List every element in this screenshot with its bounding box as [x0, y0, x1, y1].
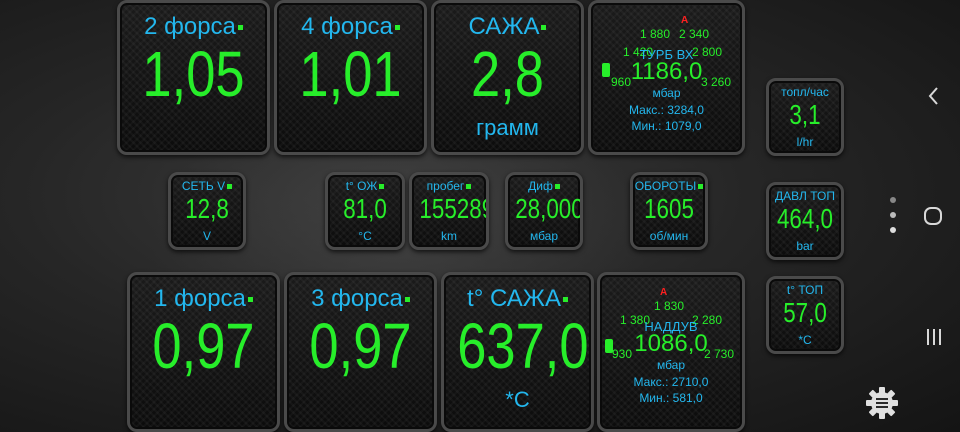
gauge-value: 1186,0: [630, 58, 703, 85]
gauge-value: 1,01: [299, 38, 402, 110]
gauge-value: 637,0: [457, 310, 589, 382]
gauge-unit: l/hr: [796, 135, 814, 149]
gauge-injector-2[interactable]: 2 форса 1,05: [117, 0, 270, 155]
gauge-mileage[interactable]: пробег 155289 km: [409, 172, 489, 250]
gauge-value: 155289: [419, 193, 489, 224]
gauge-label: топл/час: [781, 85, 829, 99]
gauge-voltage[interactable]: СЕТЬ V 12,8 V: [168, 172, 246, 250]
gauge-max: Макс.: 3284,0: [629, 103, 704, 117]
gauge-unit: *C: [798, 333, 812, 347]
gauge-value: 1605: [644, 193, 694, 224]
gauge-label: t° ОЖ: [328, 179, 402, 193]
gauge-label: Диф: [508, 179, 580, 193]
gauge-coolant-temp[interactable]: t° ОЖ 81,0 °C: [325, 172, 405, 250]
gauge-label: ОБОРОТЫ: [633, 179, 705, 193]
gauge-unit: мбар: [652, 86, 681, 100]
redline-marker: A: [681, 15, 689, 26]
gauge-label: СЕТЬ V: [171, 179, 243, 193]
gauge-unit: km: [441, 229, 457, 243]
recents-icon[interactable]: [924, 326, 944, 348]
gauge-injector-3[interactable]: 3 форса 0,97: [284, 272, 437, 432]
gauge-value: 12,8: [185, 193, 229, 224]
gauge-value: 2,8: [471, 38, 544, 110]
gauge-unit: мбар: [529, 229, 559, 243]
gauge-value: 0,97: [309, 310, 412, 382]
gauge-value: 28,000: [515, 193, 583, 224]
gauge-value: 1086,0: [634, 330, 708, 357]
gauge-soot-temp[interactable]: t° САЖА 637,0 *C: [441, 272, 594, 432]
gauge-value: 1,05: [142, 38, 245, 110]
gauge-unit: грамм: [476, 115, 539, 140]
gauge-value: 81,0: [343, 193, 387, 224]
gauge-fuel-temp[interactable]: t° ТОП 57,0 *C: [766, 276, 844, 354]
gauge-value: 464,0: [776, 203, 834, 234]
gauge-unit: об/мин: [649, 229, 689, 243]
scale-label: 1 830: [654, 299, 685, 313]
gauge-fuel-rate[interactable]: топл/час 3,1 l/hr: [766, 78, 844, 156]
gauge-label: ДАВЛ ТОП: [775, 189, 835, 203]
gauge-label: t° ТОП: [786, 283, 824, 297]
redline-marker: A: [660, 287, 668, 298]
gauge-turbo-intake[interactable]: 1 880 2 340 A 1 420 2 800 960 3 260 ТУРБ…: [588, 0, 745, 155]
page-indicator-icon: [890, 197, 896, 233]
gauge-soot[interactable]: САЖА 2,8 грамм: [431, 0, 584, 155]
scale-label: 2 340: [679, 27, 710, 41]
gauge-fuel-pressure[interactable]: ДАВЛ ТОП 464,0 bar: [766, 182, 844, 260]
gauge-injector-4[interactable]: 4 форса 1,01: [274, 0, 427, 155]
circle-home-icon[interactable]: [922, 205, 944, 227]
gauge-unit: *C: [505, 387, 530, 412]
gauge-max: Макс.: 2710,0: [633, 375, 709, 389]
gauge-value: 57,0: [783, 297, 827, 328]
gauge-min: Мин.: 1079,0: [631, 119, 702, 133]
scale-label: 1 880: [640, 27, 671, 41]
gauge-unit: мбар: [656, 358, 686, 372]
gauge-boost[interactable]: A 1 830 1 380 2 280 930 2 730 НАДДУВ 108…: [597, 272, 745, 432]
gauge-value: 3,1: [789, 99, 821, 130]
gear-icon[interactable]: [864, 385, 900, 421]
gauge-unit: bar: [796, 239, 814, 253]
gauge-unit: °C: [358, 229, 372, 243]
chevron-left-icon[interactable]: [924, 84, 944, 108]
gauge-diff-pressure[interactable]: Диф 28,000 мбар: [505, 172, 583, 250]
gauge-label: пробег: [412, 179, 486, 193]
gauge-value: 0,97: [152, 310, 255, 382]
gauge-rpm[interactable]: ОБОРОТЫ 1605 об/мин: [630, 172, 708, 250]
gauge-injector-1[interactable]: 1 форса 0,97: [127, 272, 280, 432]
gauge-min: Мин.: 581,0: [639, 391, 703, 405]
gauge-unit: V: [202, 229, 211, 243]
